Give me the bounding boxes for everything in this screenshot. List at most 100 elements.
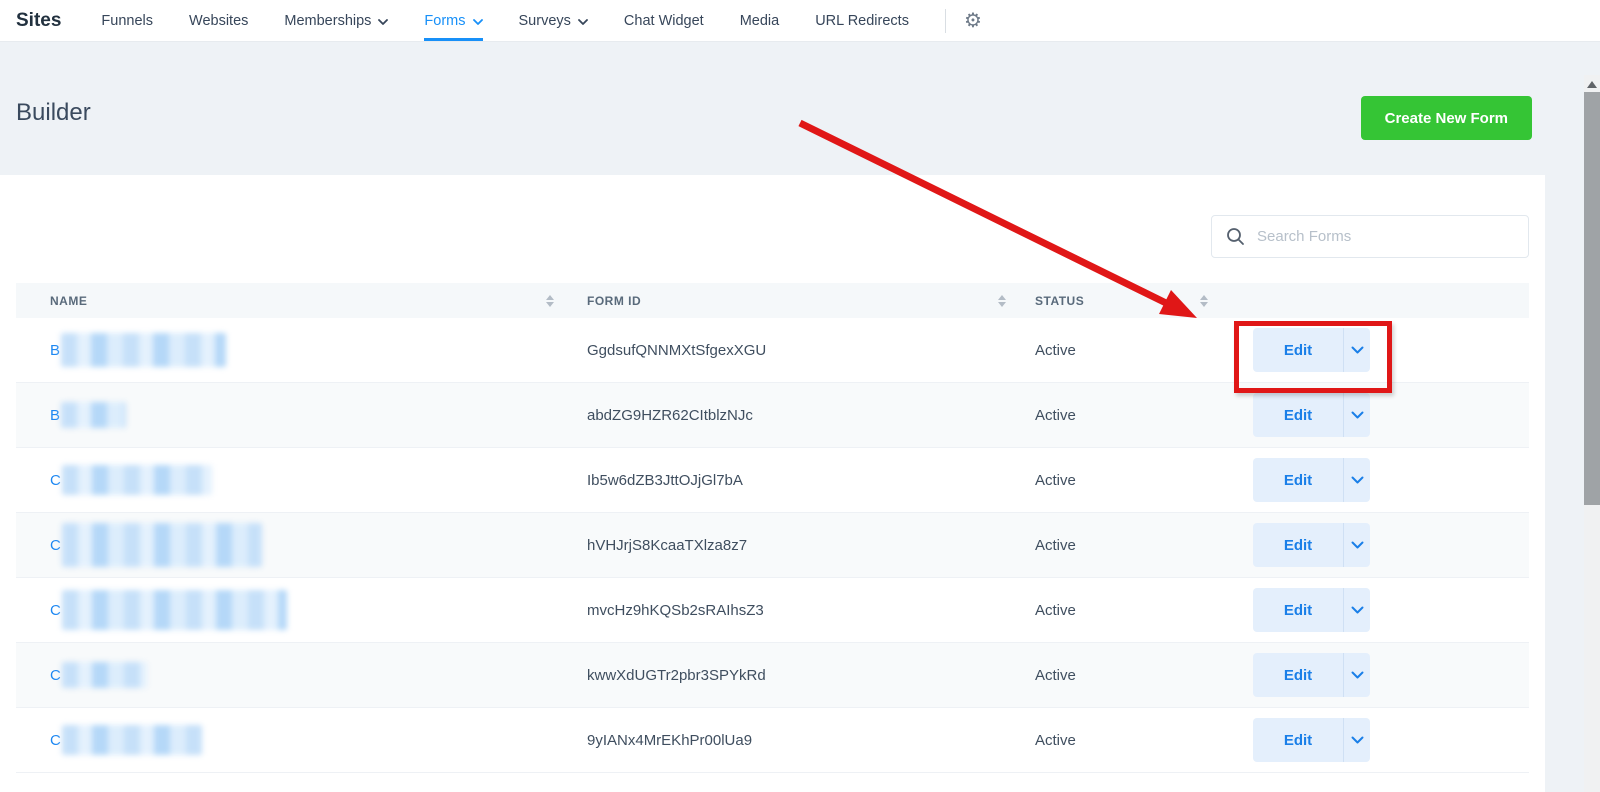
nav-menu: Funnels Websites Memberships Forms Surve…	[101, 0, 945, 41]
table-row: B abdZG9HZR62CItblzNJc Active Edit	[16, 383, 1529, 448]
status-cell: Active	[1018, 602, 1214, 619]
edit-button[interactable]: Edit	[1253, 458, 1343, 502]
sort-icon[interactable]	[998, 295, 1006, 307]
nav-item-surveys[interactable]: Surveys	[519, 0, 588, 41]
nav-item-label: Media	[740, 13, 780, 29]
edit-dropdown-button[interactable]	[1343, 328, 1370, 372]
nav-item-websites[interactable]: Websites	[189, 0, 248, 41]
table-row: C 9yIANx4MrEKhPr00lUa9 Active Edit	[16, 708, 1529, 773]
form-name-initial: C	[50, 667, 61, 684]
status-cell: Active	[1018, 537, 1214, 554]
sort-icon[interactable]	[1200, 295, 1208, 307]
edit-dropdown-button[interactable]	[1343, 718, 1370, 762]
form-id-cell: kwwXdUGTr2pbr3SPYkRd	[570, 667, 1018, 684]
search-box	[1211, 215, 1529, 258]
chevron-down-icon	[578, 19, 588, 25]
edit-button-group: Edit	[1253, 328, 1370, 372]
nav-item-label: URL Redirects	[815, 13, 909, 29]
edit-dropdown-button[interactable]	[1343, 653, 1370, 697]
table-row: C mvcHz9hKQSb2sRAIhsZ3 Active Edit	[16, 578, 1529, 643]
page-title: Builder	[16, 99, 91, 127]
brand-sites[interactable]: Sites	[16, 0, 61, 41]
chevron-down-icon	[1351, 671, 1364, 679]
form-id-cell: abdZG9HZR62CItblzNJc	[570, 407, 1018, 424]
edit-dropdown-button[interactable]	[1343, 523, 1370, 567]
edit-button-group: Edit	[1253, 393, 1370, 437]
status-cell: Active	[1018, 667, 1214, 684]
column-header-form-id: FORM ID	[570, 294, 1018, 308]
edit-button[interactable]: Edit	[1253, 588, 1343, 632]
edit-button[interactable]: Edit	[1253, 393, 1343, 437]
form-id-cell: GgdsufQNNMXtSfgexXGU	[570, 342, 1018, 359]
form-name-initial: B	[50, 342, 60, 359]
edit-dropdown-button[interactable]	[1343, 588, 1370, 632]
chevron-down-icon	[1351, 346, 1364, 354]
form-name-link[interactable]: C	[50, 725, 202, 755]
table-row: C kwwXdUGTr2pbr3SPYkRd Active Edit	[16, 643, 1529, 708]
form-name-initial: C	[50, 472, 61, 489]
nav-item-memberships[interactable]: Memberships	[284, 0, 388, 41]
nav-item-label: Websites	[189, 13, 248, 29]
form-name-link[interactable]: B	[50, 402, 126, 428]
status-cell: Active	[1018, 472, 1214, 489]
form-name-link[interactable]: C	[50, 465, 212, 495]
nav-divider	[945, 9, 946, 33]
redacted-name-blur	[62, 662, 147, 688]
form-name-initial: C	[50, 732, 61, 749]
vertical-scrollbar[interactable]	[1584, 75, 1600, 792]
form-name-link[interactable]: B	[50, 333, 226, 367]
form-name-link[interactable]: C	[50, 662, 147, 688]
edit-button[interactable]: Edit	[1253, 328, 1343, 372]
form-id-cell: hVHJrjS8KcaaTXlza8z7	[570, 537, 1018, 554]
scrollbar-up-arrow-icon[interactable]	[1587, 81, 1597, 88]
edit-dropdown-button[interactable]	[1343, 393, 1370, 437]
create-new-form-button[interactable]: Create New Form	[1361, 96, 1532, 140]
redacted-name-blur	[62, 523, 262, 567]
search-icon	[1226, 227, 1245, 246]
nav-item-media[interactable]: Media	[740, 0, 780, 41]
status-cell: Active	[1018, 732, 1214, 749]
chevron-down-icon	[378, 19, 388, 25]
edit-button-group: Edit	[1253, 523, 1370, 567]
redacted-name-blur	[61, 402, 126, 428]
top-navbar: Sites Funnels Websites Memberships Forms…	[0, 0, 1600, 42]
form-id-cell: mvcHz9hKQSb2sRAIhsZ3	[570, 602, 1018, 619]
column-header-status: STATUS	[1018, 294, 1214, 308]
edit-button[interactable]: Edit	[1253, 523, 1343, 567]
scrollbar-thumb[interactable]	[1584, 92, 1600, 505]
table-row: C Ib5w6dZB3JttOJjGl7bA Active Edit	[16, 448, 1529, 513]
table-row: B GgdsufQNNMXtSfgexXGU Active Edit	[16, 318, 1529, 383]
sort-icon[interactable]	[546, 295, 554, 307]
form-name-initial: B	[50, 407, 60, 424]
form-id-cell: 9yIANx4MrEKhPr00lUa9	[570, 732, 1018, 749]
status-cell: Active	[1018, 342, 1214, 359]
status-cell: Active	[1018, 407, 1214, 424]
nav-item-label: Funnels	[101, 13, 153, 29]
edit-dropdown-button[interactable]	[1343, 458, 1370, 502]
chevron-down-icon	[1351, 736, 1364, 744]
edit-button-group: Edit	[1253, 588, 1370, 632]
column-header-name: NAME	[16, 294, 570, 308]
nav-item-url-redirects[interactable]: URL Redirects	[815, 0, 909, 41]
table-row: C hVHJrjS8KcaaTXlza8z7 Active Edit	[16, 513, 1529, 578]
edit-button-group: Edit	[1253, 653, 1370, 697]
nav-item-label: Forms	[424, 13, 465, 29]
chevron-down-icon	[1351, 606, 1364, 614]
form-id-cell: Ib5w6dZB3JttOJjGl7bA	[570, 472, 1018, 489]
nav-item-funnels[interactable]: Funnels	[101, 0, 153, 41]
nav-item-label: Surveys	[519, 13, 571, 29]
redacted-name-blur	[62, 590, 287, 630]
redacted-name-blur	[62, 465, 212, 495]
redacted-name-blur	[62, 725, 202, 755]
edit-button-group: Edit	[1253, 718, 1370, 762]
nav-item-forms[interactable]: Forms	[424, 0, 482, 41]
edit-button[interactable]: Edit	[1253, 718, 1343, 762]
form-name-link[interactable]: C	[50, 523, 262, 567]
gear-icon[interactable]: ⚙	[964, 0, 982, 41]
chevron-down-icon	[1351, 476, 1364, 484]
edit-button[interactable]: Edit	[1253, 653, 1343, 697]
search-input[interactable]	[1257, 228, 1514, 245]
chevron-down-icon	[1351, 411, 1364, 419]
nav-item-chat-widget[interactable]: Chat Widget	[624, 0, 704, 41]
form-name-link[interactable]: C	[50, 590, 287, 630]
